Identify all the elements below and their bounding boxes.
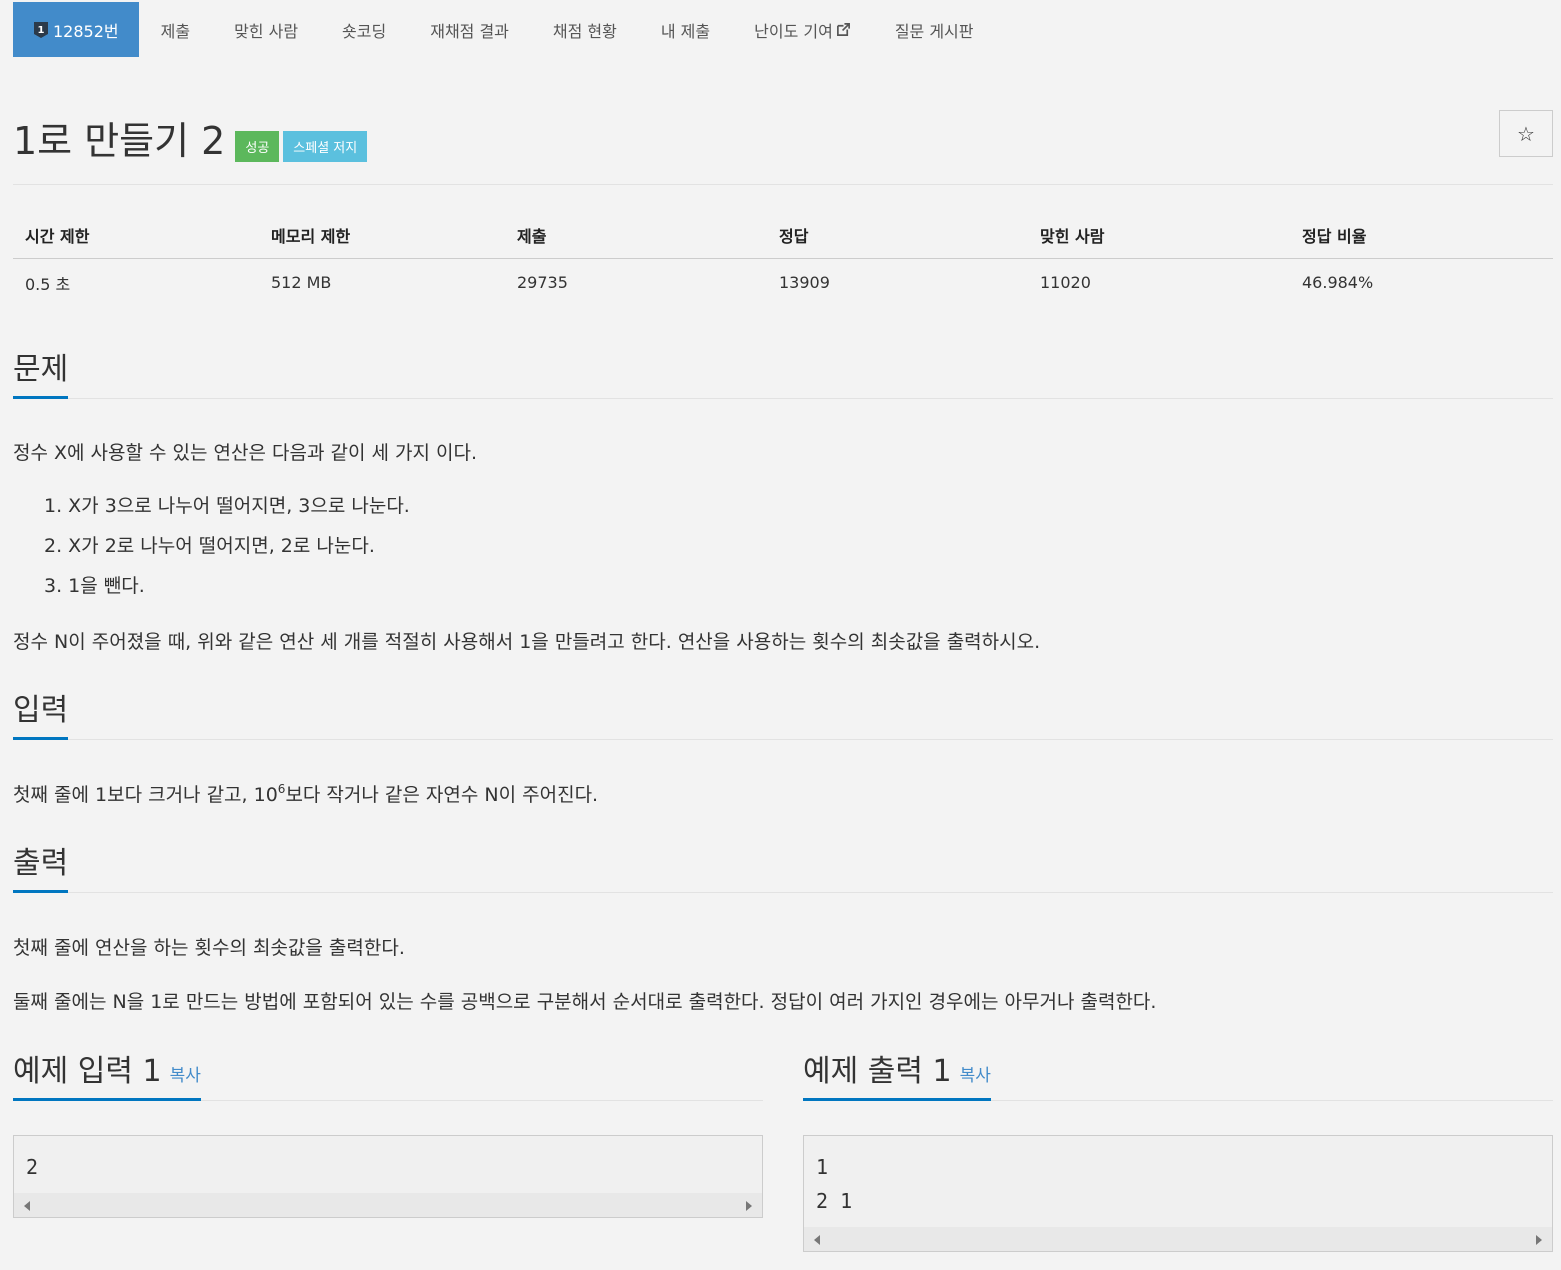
level-badge-icon: 1	[33, 21, 49, 39]
accepted-value: 13909	[779, 273, 830, 292]
solved-users-value: 11020	[1040, 273, 1091, 292]
problem-body: 정수 N이 주어졌을 때, 위와 같은 연산 세 개를 적절히 사용해서 1을 …	[13, 631, 1041, 653]
output-line-2: 둘째 줄에는 N을 1로 만드는 방법에 포함되어 있는 수를 공백으로 구분해…	[13, 991, 1157, 1013]
header-submissions: 제출	[517, 227, 547, 246]
scroll-right-icon[interactable]	[1536, 1235, 1542, 1245]
page-title: 1로 만들기 2	[13, 119, 226, 163]
input-text-after: 보다 작거나 같은 자연수 N이 주어진다.	[285, 784, 599, 806]
section-heading-input: 입력	[13, 693, 69, 740]
time-limit-value: 0.5 초	[25, 274, 71, 294]
nav-difficulty-contribution[interactable]: 난이도 기여	[732, 2, 873, 57]
header-memory-limit: 메모리 제한	[271, 227, 351, 246]
header-accept-ratio: 정답 비율	[1302, 227, 1367, 246]
section-heading-problem: 문제	[13, 352, 69, 399]
problem-number-label: 12852번	[53, 21, 119, 41]
problem-nav: 1 12852번 제출 맞힌 사람 숏코딩 재채점 결과 채점 현황 내 제출 …	[13, 2, 996, 57]
section-divider	[13, 398, 1553, 399]
sample-output-title: 예제 출력 1	[803, 1054, 952, 1089]
copy-input-link[interactable]: 복사	[170, 1066, 201, 1086]
favorite-star-button[interactable]: ☆	[1499, 110, 1553, 157]
nav-rejudge-results[interactable]: 재채점 결과	[408, 2, 531, 57]
nav-problem-number[interactable]: 1 12852번	[13, 2, 139, 57]
sample-output-heading: 예제 출력 1 복사	[803, 1054, 991, 1101]
sample-output-box[interactable]: 1 2 1	[803, 1135, 1553, 1252]
list-item: 1. X가 3으로 나누어 떨어지면, 3으로 나눈다.	[44, 495, 410, 517]
input-text-before: 첫째 줄에 1보다 크거나 같고, 10	[13, 784, 278, 806]
section-heading-output: 출력	[13, 846, 69, 893]
list-item: 3. 1을 뺀다.	[44, 575, 145, 597]
nav-judge-status[interactable]: 채점 현황	[531, 2, 639, 57]
nav-submit[interactable]: 제출	[139, 2, 212, 57]
header-time-limit: 시간 제한	[25, 227, 90, 246]
table-row: 0.5 초 512 MB 29735 13909 11020 46.984%	[13, 259, 1553, 306]
header-accepted: 정답	[779, 227, 809, 246]
nav-short-coding[interactable]: 숏코딩	[320, 2, 408, 57]
special-judge-badge: 스페셜 저지	[283, 131, 368, 162]
external-link-icon	[836, 23, 850, 36]
memory-limit-value: 512 MB	[271, 273, 332, 292]
table-header-row: 시간 제한 메모리 제한 제출 정답 맞힌 사람 정답 비율	[13, 212, 1553, 259]
nav-qna-board[interactable]: 질문 게시판	[873, 2, 996, 57]
output-line-1: 첫째 줄에 연산을 하는 횟수의 최솟값을 출력한다.	[13, 937, 405, 959]
section-divider	[13, 739, 1553, 740]
list-item: 2. X가 2로 나누어 떨어지면, 2로 나눈다.	[44, 535, 375, 557]
problem-info-table: 시간 제한 메모리 제한 제출 정답 맞힌 사람 정답 비율 0.5 초 512…	[13, 212, 1553, 306]
nav-solved-users[interactable]: 맞힌 사람	[212, 2, 320, 57]
copy-output-link[interactable]: 복사	[960, 1066, 991, 1086]
horizontal-scrollbar[interactable]	[804, 1227, 1552, 1251]
operation-list: 1. X가 3으로 나누어 떨어지면, 3으로 나눈다. 2. X가 2로 나누…	[44, 486, 410, 606]
status-badge-success: 성공	[235, 131, 280, 162]
scroll-left-icon[interactable]	[24, 1201, 30, 1211]
section-divider	[13, 892, 1553, 893]
title-divider	[13, 184, 1553, 185]
horizontal-scrollbar[interactable]	[14, 1193, 762, 1217]
accept-ratio-value: 46.984%	[1302, 273, 1374, 292]
input-description: 첫째 줄에 1보다 크거나 같고, 106보다 작거나 같은 자연수 N이 주어…	[13, 780, 598, 807]
sample-output-text: 1 2 1	[816, 1155, 853, 1213]
sample-input-title: 예제 입력 1	[13, 1054, 162, 1089]
header-solved-users: 맞힌 사람	[1040, 227, 1105, 246]
sample-input-text: 2	[26, 1155, 39, 1179]
difficulty-label: 난이도 기여	[754, 21, 833, 41]
sample-input-heading: 예제 입력 1 복사	[13, 1054, 201, 1101]
scroll-left-icon[interactable]	[814, 1235, 820, 1245]
submissions-value: 29735	[517, 273, 568, 292]
title-row: 1로 만들기 2 성공 스페셜 저지	[13, 110, 368, 165]
svg-text:1: 1	[38, 25, 45, 36]
scroll-right-icon[interactable]	[746, 1201, 752, 1211]
sample-input-box[interactable]: 2	[13, 1135, 763, 1218]
problem-intro: 정수 X에 사용할 수 있는 연산은 다음과 같이 세 가지 이다.	[13, 442, 478, 464]
nav-my-submissions[interactable]: 내 제출	[639, 2, 732, 57]
star-icon: ☆	[1517, 121, 1535, 146]
